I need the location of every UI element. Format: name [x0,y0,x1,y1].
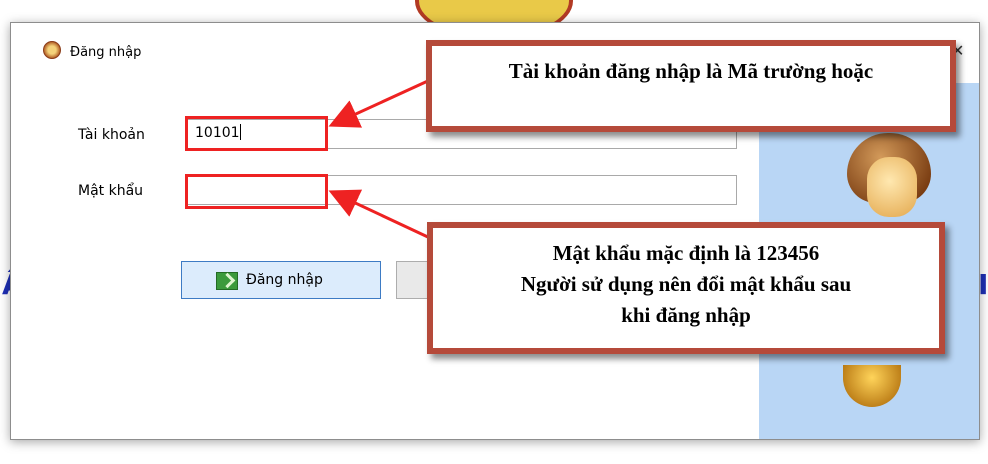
arrow-to-password [328,189,431,240]
password-callout: Mật khẩu mặc định là 123456 Người sử dụn… [427,222,945,354]
password-callout-line: khi đăng nhập [621,303,751,327]
arrow-to-account [328,78,431,128]
password-callout-line: Người sử dụng nên đổi mật khẩu sau [520,272,852,296]
account-callout: Tài khoản đăng nhập là Mã trường hoặc [426,40,956,132]
account-callout-text: Tài khoản đăng nhập là Mã trường hoặc [508,59,874,83]
password-callout-line: Mật khẩu mặc định là 123456 [552,241,820,265]
